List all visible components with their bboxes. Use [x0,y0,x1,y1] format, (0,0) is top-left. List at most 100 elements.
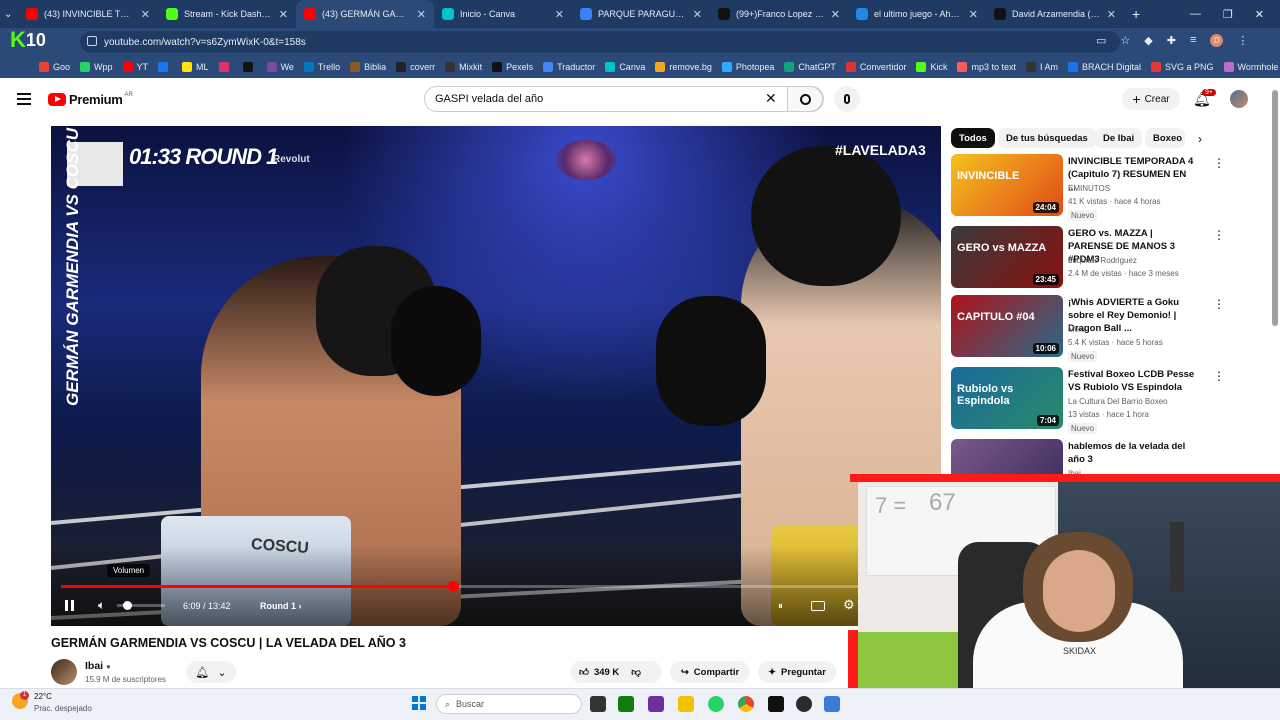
windows-start-icon[interactable] [412,696,426,710]
menu-dots-icon[interactable]: ⋮ [1237,34,1248,47]
browser-tab[interactable]: PARQUE PARAGUAYO - T ✕ [572,0,710,28]
close-window-icon[interactable]: ✕ [1255,8,1264,21]
bookmark-item[interactable]: ML [177,62,214,72]
browser-tab[interactable]: el ultimo juego - Ahorcad ✕ [848,0,986,28]
bookmark-item[interactable]: YT [118,62,154,72]
recommended-video[interactable]: Rubiolo vs Espindola 7:04 Festival Boxeo L… [951,367,1225,434]
close-tab-icon[interactable]: ✕ [417,8,426,21]
chips-next-arrow-icon[interactable]: › [1198,132,1202,146]
video-thumbnail[interactable]: INVINCIBLE 24:04 [951,154,1063,216]
subtitles-icon[interactable] [811,601,825,611]
create-button[interactable]: + Crear [1122,88,1180,110]
youtube-logo[interactable]: Premium AR [48,92,133,107]
volume-handle[interactable] [123,601,132,610]
xbox-icon[interactable] [618,696,634,712]
whatsapp-icon[interactable] [708,696,724,712]
settings-gear-icon[interactable]: ⚙︎ [843,597,855,613]
url-field[interactable]: youtube.com/watch?v=s6ZymWixK-0&t=158s [80,31,1120,53]
obs-icon[interactable] [796,696,812,712]
recommended-title[interactable]: ¡Whis ADVIERTE a Goku sobre el Rey Demon… [1068,296,1196,335]
close-tab-icon[interactable]: ✕ [555,8,564,21]
close-tab-icon[interactable]: ✕ [969,8,978,21]
search-input[interactable]: GASPI velada del año ✕ [424,86,824,112]
bookmark-item[interactable]: I Am [1021,62,1063,72]
bookmark-item[interactable]: Traductor [538,62,600,72]
chrome-icon[interactable] [738,696,754,712]
ask-button[interactable]: ✦ Preguntar [758,661,836,683]
close-tab-icon[interactable]: ✕ [141,8,150,21]
browser-tab[interactable]: (43) GERMÁN GARME ✕ [296,0,434,28]
bookmark-item[interactable] [238,62,262,72]
search-button[interactable] [787,86,823,112]
bookmark-item[interactable]: Wpp [75,62,118,72]
browser-tab[interactable]: Inicio - Canva ✕ [434,0,572,28]
bookmark-item[interactable]: Goo [34,62,75,72]
app-icon[interactable] [648,696,664,712]
bookmark-item[interactable] [153,62,177,72]
filter-chip[interactable]: Todos [951,128,995,148]
profile-avatar[interactable]: D [1210,34,1224,47]
bookmark-item[interactable]: mp3 to text [952,62,1021,72]
more-options-icon[interactable]: ⋮ [1213,228,1225,242]
new-tab-button[interactable]: + [1124,0,1148,28]
tiktok-icon[interactable] [768,696,784,712]
browser-tab[interactable]: (43) INVINCIBLE TEMPOR ✕ [18,0,158,28]
close-tab-icon[interactable]: ✕ [831,8,840,21]
bookmark-star-icon[interactable]: ☆ [1120,34,1130,47]
video-thumbnail[interactable]: CAPITULO #04 10:06 [951,295,1063,357]
taskbar-search[interactable]: ⌕ Buscar [436,694,582,714]
more-options-icon[interactable]: ⋮ [1213,156,1225,170]
video-player[interactable]: COSCU 01:33 ROUND 1 Revolut #LAVELADA3 G… [51,126,941,626]
recommended-video[interactable]: CAPITULO #04 10:06 ¡Whis ADVIERTE a Goku s… [951,295,1225,362]
more-options-icon[interactable]: ⋮ [1213,369,1225,383]
recommended-video[interactable]: hablemos de la velada del año 3Ibai2.4 M… [951,439,1211,479]
bookmark-item[interactable]: coverr [391,62,440,72]
volume-slider[interactable] [117,601,165,610]
browser-tab[interactable]: (99+)Franco Lopez (@fra ✕ [710,0,848,28]
filter-chip[interactable]: De Ibai [1095,128,1143,148]
media-control-icon[interactable]: ≡ [1190,34,1196,47]
tab-search-menu[interactable]: ⌄ [0,0,18,28]
file-explorer-icon[interactable] [678,696,694,712]
bookmark-item[interactable]: ChatGPT [779,62,841,72]
bookmark-item[interactable]: Photopea [717,62,780,72]
bookmark-item[interactable]: Mixkit [440,62,487,72]
channel-avatar[interactable] [51,659,77,685]
video-thumbnail[interactable] [951,439,1063,479]
task-view-icon[interactable] [590,696,606,712]
bookmark-item[interactable]: remove.bg [650,62,717,72]
share-button[interactable]: ↪ Compartir [670,661,750,683]
volume-icon[interactable]: 🔈︎ [98,598,105,613]
recommended-channel[interactable]: EMINUTOS [1068,184,1110,193]
bookmark-item[interactable] [214,62,238,72]
bookmark-item[interactable]: We [262,62,299,72]
recommended-title[interactable]: hablemos de la velada del año 3 [1068,440,1196,466]
bookmark-item[interactable]: BRACH Digital [1063,62,1146,72]
voice-search-button[interactable] [834,86,860,112]
progress-scrubber[interactable] [447,581,459,592]
minimize-icon[interactable]: — [1190,8,1201,21]
close-tab-icon[interactable]: ✕ [693,8,702,21]
site-info-icon[interactable] [87,36,97,46]
video-thumbnail[interactable]: GERO vs MAZZA 23:45 [951,226,1063,288]
recommended-channel[interactable]: La Cultura Del Barrio Boxeo [1068,397,1168,406]
bookmark-item[interactable]: Biblia [345,62,391,72]
install-app-icon[interactable]: ▭ [1096,34,1106,47]
like-count[interactable]: 349 K [594,667,619,678]
bookmark-item[interactable]: Kick [911,62,952,72]
bookmark-item[interactable]: Trello [299,62,345,72]
clear-search-icon[interactable]: ✕ [765,90,777,107]
channel-name[interactable]: Ibai ● [85,660,111,672]
app-icon-2[interactable] [824,696,840,712]
subscribed-bell-button[interactable]: 🔔︎ ⌄ [186,661,236,683]
hamburger-menu-icon[interactable] [17,93,31,105]
browser-tab[interactable]: David Arzamendia (@dav ✕ [986,0,1124,28]
video-thumbnail[interactable]: Rubiolo vs Espindola 7:04 [951,367,1063,429]
bookmark-item[interactable]: Convertidor [841,62,912,72]
extensions-puzzle-icon[interactable]: ✚ [1167,34,1176,47]
bookmark-item[interactable]: Wormhole [1219,62,1280,72]
recommended-video[interactable]: GERO vs MAZZA 23:45 GERO vs. MAZZA | PAREN… [951,226,1225,292]
bookmark-item[interactable]: Pexels [487,62,538,72]
recommended-channel[interactable]: Luquitas Rodriguez [1068,256,1137,265]
pause-button[interactable] [65,600,74,611]
